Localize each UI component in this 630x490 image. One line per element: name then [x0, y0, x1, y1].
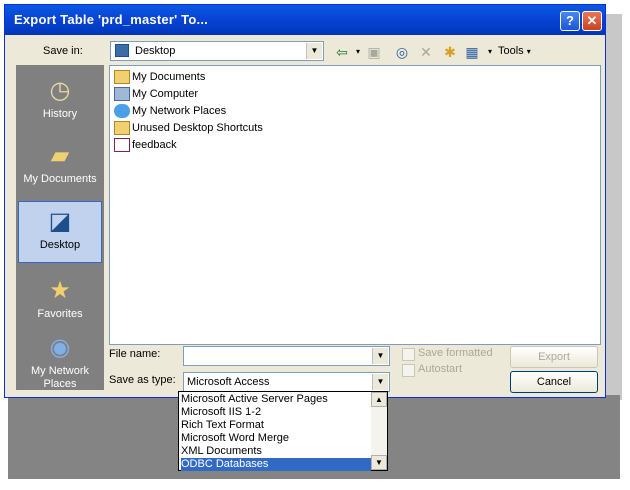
place-label: History — [42, 108, 78, 120]
place-desktop[interactable]: ◪ Desktop — [18, 201, 102, 263]
desktop-icon — [115, 44, 129, 57]
dialog-shadow-right — [606, 14, 622, 400]
dropdown-option-selected[interactable]: ODBC Databases — [181, 458, 371, 471]
folder-icon — [114, 121, 130, 136]
my-computer-icon — [114, 87, 130, 102]
place-label: Favorites — [37, 308, 83, 320]
file-name: My Computer — [132, 88, 199, 100]
my-documents-icon: ▰ — [50, 142, 70, 169]
place-label: Desktop — [39, 239, 81, 251]
list-item[interactable]: My Computer — [114, 86, 198, 103]
new-folder-icon[interactable]: ✱ — [441, 43, 459, 61]
dropdown-option[interactable]: Microsoft IIS 1-2 — [181, 406, 261, 419]
file-name: My Network Places — [132, 105, 227, 117]
my-documents-icon — [114, 70, 130, 85]
places-bar: ◷ History ▰ My Documents ◪ Desktop ★ Fav… — [16, 65, 104, 390]
file-name: feedback — [132, 139, 177, 151]
list-item[interactable]: My Network Places — [114, 103, 226, 120]
dropdown-option[interactable]: XML Documents — [181, 445, 262, 458]
autostart-checkbox[interactable] — [402, 364, 415, 377]
views-dropdown-icon[interactable]: ▾ — [481, 43, 499, 61]
help-button[interactable]: ? — [560, 11, 580, 31]
list-item[interactable]: feedback — [114, 137, 177, 154]
save-formatted-label: Save formatted — [418, 347, 493, 359]
close-button[interactable]: ✕ — [582, 11, 602, 31]
chevron-down-icon[interactable]: ▼ — [372, 348, 388, 364]
network-places-icon — [114, 104, 130, 119]
save-as-type-value: Microsoft Access — [187, 376, 270, 388]
file-name: Unused Desktop Shortcuts — [132, 122, 263, 134]
list-item[interactable]: Unused Desktop Shortcuts — [114, 120, 263, 137]
save-in-combo[interactable]: Desktop ▼ — [110, 41, 324, 61]
save-as-type-select[interactable]: Microsoft Access ▼ — [183, 372, 390, 392]
views-icon[interactable]: ▦ — [463, 43, 481, 61]
place-favorites[interactable]: ★ Favorites — [18, 271, 102, 333]
export-dialog: Export Table 'prd_master' To... ? ✕ Save… — [4, 4, 606, 398]
cancel-button[interactable]: Cancel — [510, 371, 598, 393]
search-web-icon[interactable]: ◎ — [393, 43, 411, 61]
history-icon: ◷ — [49, 77, 71, 104]
network-places-icon: ◉ — [49, 334, 71, 361]
delete-icon[interactable]: ✕ — [417, 43, 435, 61]
scroll-up-icon[interactable]: ▲ — [371, 392, 387, 407]
document-icon — [114, 138, 130, 153]
dropdown-scrollbar[interactable]: ▲ ▼ — [371, 392, 387, 470]
desktop-icon: ◪ — [48, 208, 72, 235]
list-item[interactable]: My Documents — [114, 69, 205, 86]
save-as-type-dropdown-list[interactable]: Microsoft Active Server Pages Microsoft … — [178, 391, 388, 471]
chevron-down-icon[interactable]: ▼ — [372, 374, 388, 390]
scroll-down-icon[interactable]: ▼ — [371, 455, 387, 470]
file-name-label: File name: — [109, 348, 161, 360]
place-network[interactable]: ◉ My Network Places — [18, 328, 102, 390]
file-list[interactable]: My Documents My Computer My Network Plac… — [109, 65, 601, 345]
place-history[interactable]: ◷ History — [18, 71, 102, 133]
dropdown-option[interactable]: Microsoft Active Server Pages — [181, 393, 328, 406]
file-name-input[interactable]: ▼ — [183, 346, 390, 366]
save-in-value: Desktop — [135, 45, 176, 57]
file-name: My Documents — [132, 71, 206, 83]
dropdown-option[interactable]: Microsoft Word Merge — [181, 432, 289, 445]
autostart-label: Autostart — [418, 363, 463, 375]
place-label: My Network Places — [30, 365, 90, 390]
favorites-icon: ★ — [49, 277, 71, 304]
save-as-type-label: Save as type: — [109, 374, 176, 386]
tools-label: Tools — [498, 45, 524, 57]
export-button[interactable]: Export — [510, 346, 598, 368]
place-label: My Documents — [23, 173, 97, 185]
tools-dropdown-icon: ▾ — [526, 47, 531, 56]
title-bar[interactable]: Export Table 'prd_master' To... ? ✕ — [5, 5, 605, 35]
window-title: Export Table 'prd_master' To... — [14, 12, 208, 27]
tools-menu[interactable]: Tools ▾ — [498, 45, 531, 57]
chevron-down-icon[interactable]: ▼ — [306, 43, 322, 59]
place-my-documents[interactable]: ▰ My Documents — [18, 136, 102, 198]
save-in-label: Save in: — [43, 45, 83, 57]
dropdown-option[interactable]: Rich Text Format — [181, 419, 264, 432]
save-formatted-checkbox[interactable] — [402, 348, 415, 361]
up-folder-icon[interactable]: ▣ — [365, 43, 383, 61]
